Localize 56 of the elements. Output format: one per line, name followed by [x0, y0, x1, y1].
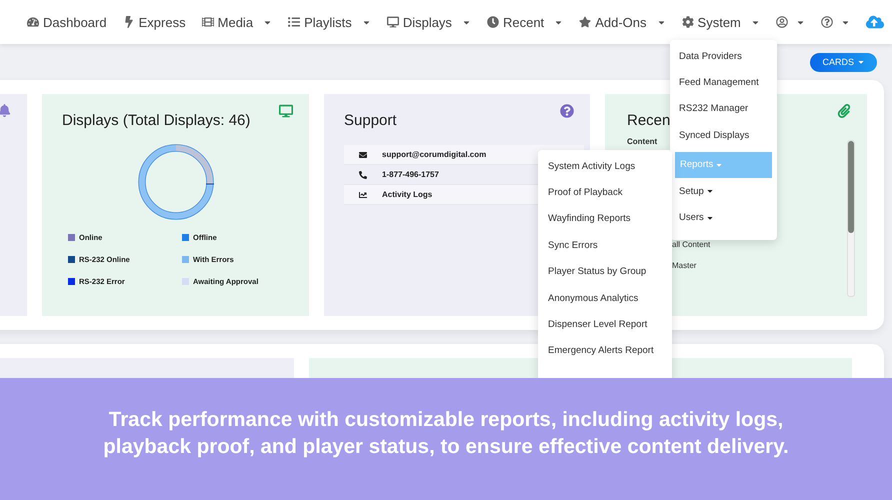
- cards-dropdown-button[interactable]: CARDS: [810, 52, 877, 72]
- menu-item[interactable]: Feed Management: [675, 69, 772, 96]
- nav-item[interactable]: Dashboard: [27, 14, 107, 30]
- card-title: Recen: [627, 112, 670, 129]
- menu-item[interactable]: Player Status by Group: [538, 258, 672, 285]
- menu-item[interactable]: Dispenser Level Report: [538, 311, 672, 338]
- scrollbar[interactable]: [847, 140, 855, 297]
- settings-icon: [682, 16, 694, 28]
- nav-menu-button[interactable]: [820, 16, 850, 28]
- support-text: support@corumdigital.com: [382, 150, 486, 159]
- cloud-upload-icon: [866, 13, 884, 31]
- caret-icon: [857, 58, 865, 66]
- nav-menu-button[interactable]: [776, 16, 805, 28]
- help-icon: [560, 104, 574, 118]
- support-text: 1-877-496-1757: [382, 170, 439, 179]
- envelope-icon: [359, 150, 367, 158]
- help-icon: [820, 16, 833, 28]
- menu-item[interactable]: Anonymous Analytics: [538, 284, 672, 312]
- support-text: Activity Logs: [382, 190, 432, 199]
- menu-item[interactable]: RS232 Manager: [675, 96, 772, 122]
- menu-item[interactable]: System Activity Logs: [538, 153, 672, 180]
- chart-icon: [359, 190, 367, 198]
- menu-item[interactable]: Data Providers: [675, 43, 772, 70]
- nav-item[interactable]: Playlists: [288, 14, 371, 30]
- nav-item[interactable]: Express: [122, 14, 186, 30]
- card-title: Support: [344, 112, 397, 129]
- nav-item[interactable]: Displays: [386, 14, 471, 30]
- star-icon: [579, 16, 592, 28]
- menu-item[interactable]: Synced Displays: [675, 122, 772, 149]
- column-header: Content: [627, 137, 658, 146]
- phone-icon: [359, 170, 367, 178]
- user-icon: [776, 16, 788, 28]
- list-icon: [288, 16, 300, 28]
- menu-item[interactable]: Setup: [675, 178, 772, 204]
- bell-icon: [0, 104, 11, 117]
- paperclip-icon: [837, 104, 851, 118]
- menu-item[interactable]: Users: [675, 204, 772, 231]
- menu-item[interactable]: Wayfinding Reports: [538, 206, 672, 232]
- menu-item[interactable]: Proof of Playback: [538, 179, 672, 206]
- clock-icon: [486, 16, 499, 28]
- nav-item[interactable]: Add-Ons: [579, 14, 666, 30]
- film-icon: [202, 16, 214, 28]
- nav-item[interactable]: Media: [202, 14, 272, 30]
- content-item: Master: [672, 261, 696, 270]
- monitor-icon: [279, 104, 293, 118]
- nav-item[interactable]: System: [682, 14, 760, 30]
- menu-item[interactable]: Emergency Alerts Report: [538, 338, 672, 364]
- menu-item[interactable]: Sync Errors: [538, 232, 672, 259]
- banner-text: Track performance with customizable reports, including activity logs, playback proof, and player status, to ensure effective content delivery.: [102, 407, 790, 460]
- nav-item[interactable]: Recent: [486, 14, 564, 30]
- bolt-icon: [122, 16, 135, 28]
- content-item: all Content: [672, 240, 710, 249]
- monitor-icon: [386, 16, 399, 28]
- gauge-icon: [27, 16, 39, 28]
- card-title: Displays (Total Displays: 46): [62, 112, 250, 129]
- upload-button[interactable]: [866, 13, 884, 31]
